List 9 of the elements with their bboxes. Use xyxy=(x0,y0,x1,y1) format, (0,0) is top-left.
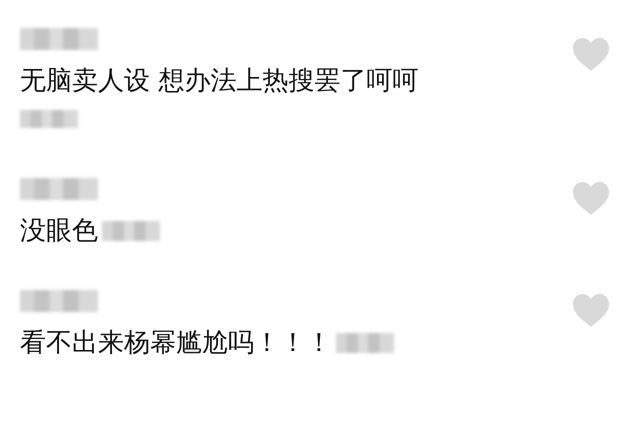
heart-icon[interactable] xyxy=(572,294,610,328)
comment-text: 没眼色 xyxy=(20,215,98,248)
comment-text: 看不出来杨幂尴尬吗！！！ xyxy=(20,327,332,360)
comment-text: 无脑卖人设 想办法上热搜罢了呵呵 xyxy=(20,65,418,98)
blurred-date xyxy=(102,221,160,241)
heart-icon[interactable] xyxy=(572,38,610,72)
blurred-date xyxy=(20,110,78,128)
blurred-date xyxy=(336,333,394,353)
heart-icon[interactable] xyxy=(572,182,610,216)
